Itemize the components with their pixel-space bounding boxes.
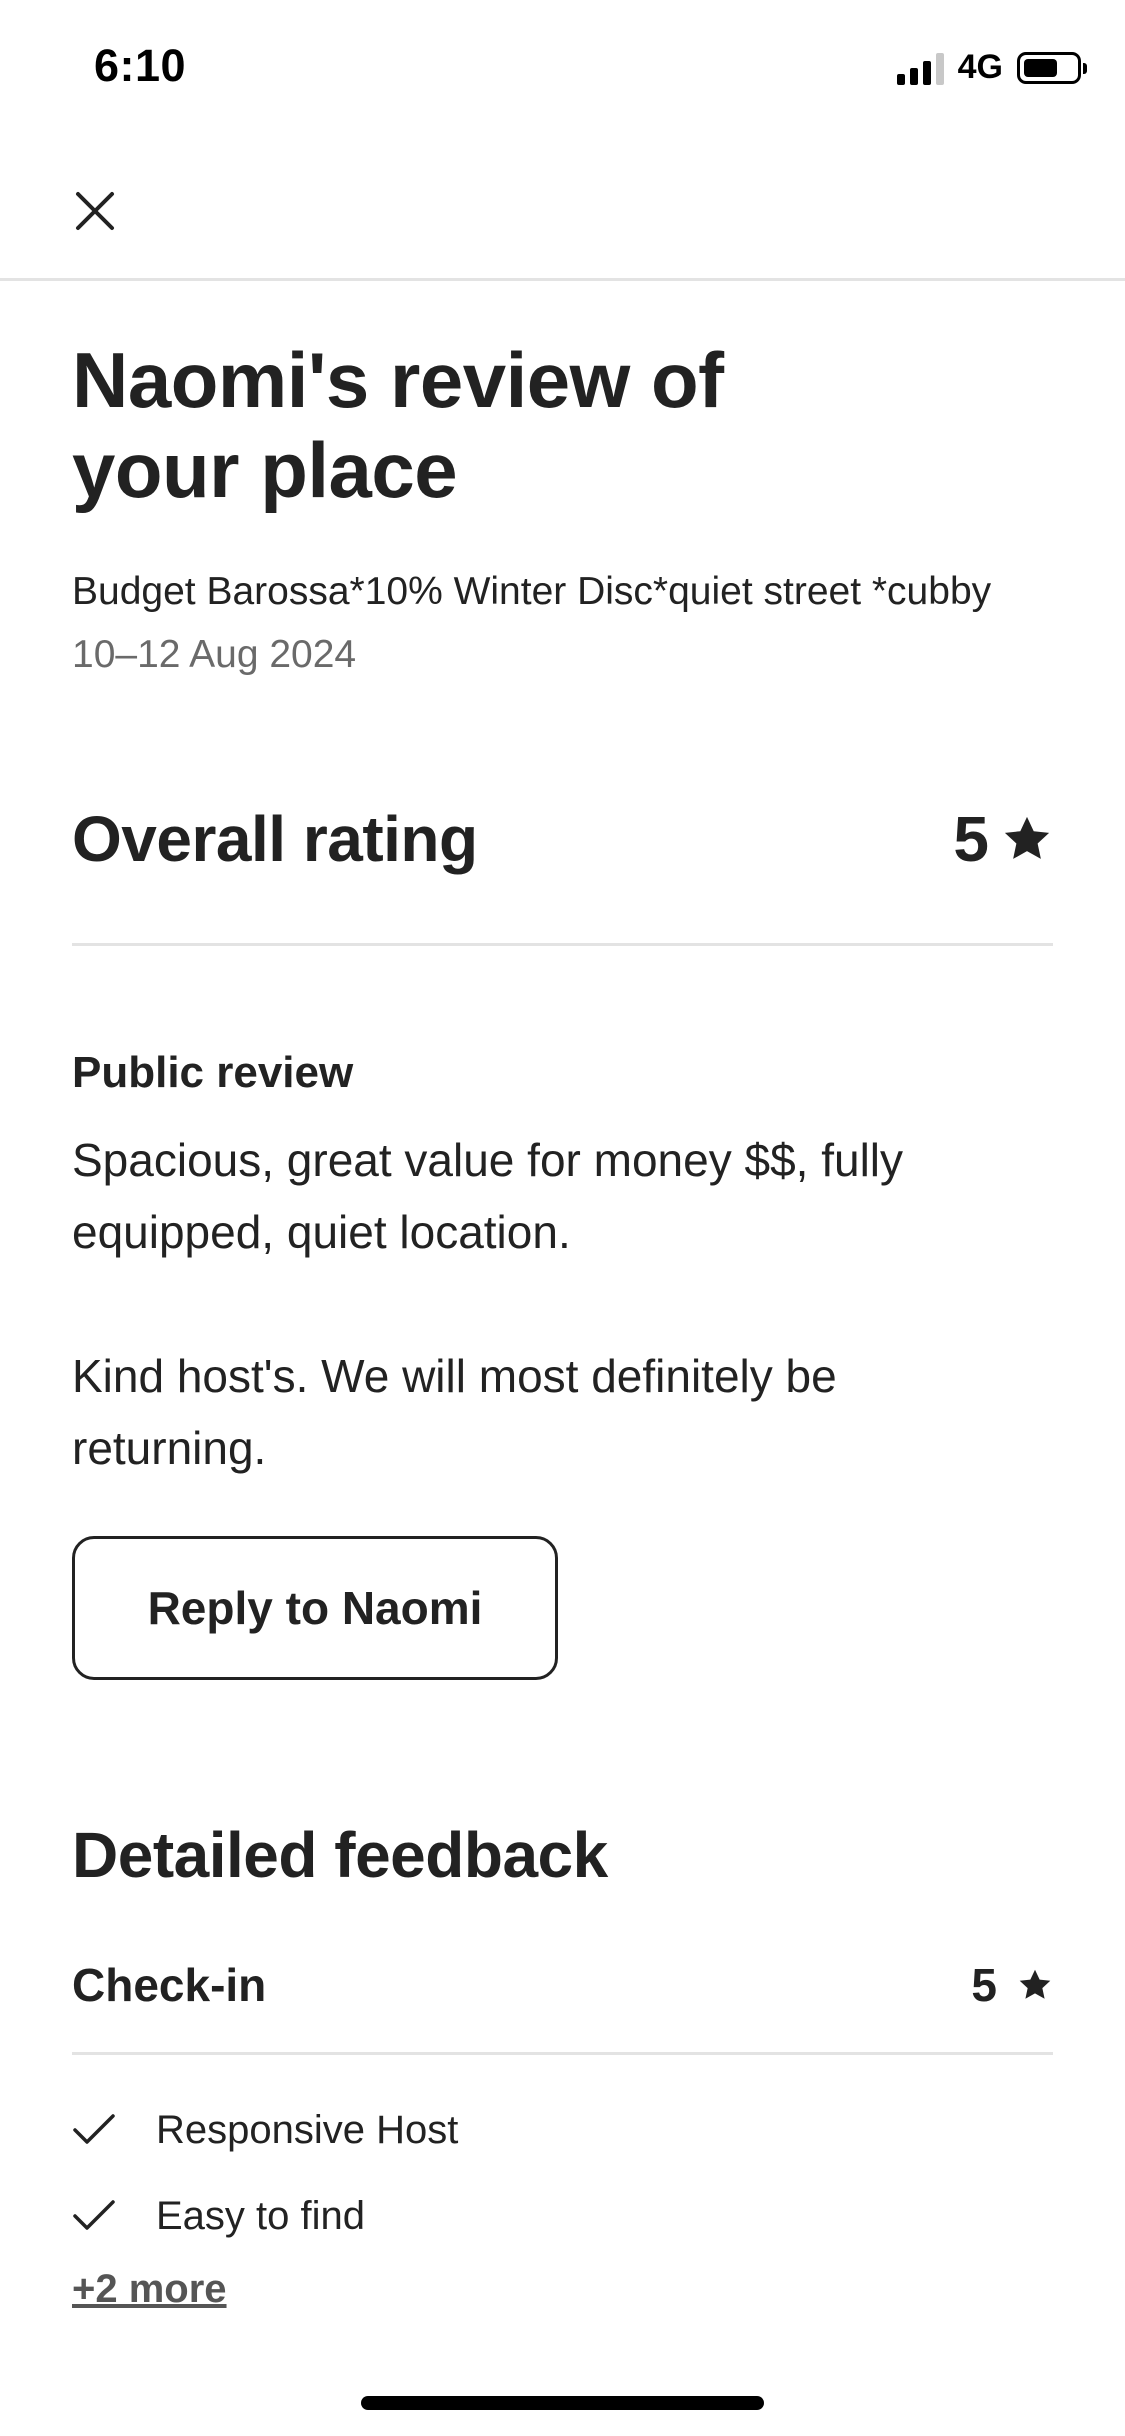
category-score: 5 bbox=[971, 1958, 1053, 2012]
overall-rating: Overall rating 5 bbox=[72, 799, 1053, 879]
overall-rating-value: 5 bbox=[953, 803, 989, 875]
signal-icon bbox=[896, 51, 944, 85]
feedback-item-label: Easy to find bbox=[156, 2193, 366, 2238]
star-icon bbox=[1004, 816, 1050, 859]
review-paragraph: Kind host's. We will most definitely be … bbox=[72, 1350, 837, 1474]
overall-rating-score: 5 bbox=[953, 802, 1053, 876]
battery-icon bbox=[1017, 51, 1087, 84]
close-button[interactable] bbox=[62, 178, 128, 244]
public-review-text: Spacious, great value for money $$, full… bbox=[72, 1124, 1012, 1484]
feedback-item-label: Responsive Host bbox=[156, 2107, 459, 2152]
reply-button[interactable]: Reply to Naomi bbox=[72, 1536, 558, 1680]
home-indicator[interactable] bbox=[361, 2396, 764, 2410]
page-title: Naomi's review of your place bbox=[72, 336, 724, 514]
show-more-link[interactable]: +2 more bbox=[72, 2267, 227, 2312]
network-label: 4G bbox=[957, 48, 1003, 86]
feedback-category-checkin: Check-in 5 bbox=[72, 1956, 1053, 2014]
overall-rating-label: Overall rating bbox=[72, 803, 478, 875]
list-item: Responsive Host bbox=[72, 2099, 1053, 2161]
close-icon bbox=[76, 192, 114, 230]
main-content: Naomi's review of your place Budget Baro… bbox=[72, 281, 1053, 2312]
stay-dates: 10–12 Aug 2024 bbox=[72, 633, 357, 676]
star-icon bbox=[1019, 1969, 1051, 1999]
divider bbox=[72, 943, 1053, 946]
review-paragraph: Spacious, great value for money $$, full… bbox=[72, 1134, 904, 1258]
list-item: Easy to find bbox=[72, 2185, 1053, 2247]
detailed-feedback-title: Detailed feedback bbox=[72, 1819, 608, 1891]
feedback-list: Responsive Host Easy to find bbox=[72, 2099, 1053, 2247]
public-review-label: Public review bbox=[72, 1048, 354, 1097]
category-score-value: 5 bbox=[971, 1959, 997, 2011]
divider bbox=[72, 2052, 1053, 2055]
status-bar: 6:10 4G bbox=[0, 0, 1125, 140]
status-indicators: 4G bbox=[896, 48, 1087, 87]
listing-name: Budget Barossa*10% Winter Disc*quiet str… bbox=[72, 570, 992, 613]
check-icon bbox=[72, 2194, 116, 2238]
check-icon bbox=[72, 2108, 116, 2152]
category-label: Check-in bbox=[72, 1959, 267, 2011]
status-time: 6:10 bbox=[94, 40, 187, 91]
nav-bar bbox=[0, 140, 1125, 281]
